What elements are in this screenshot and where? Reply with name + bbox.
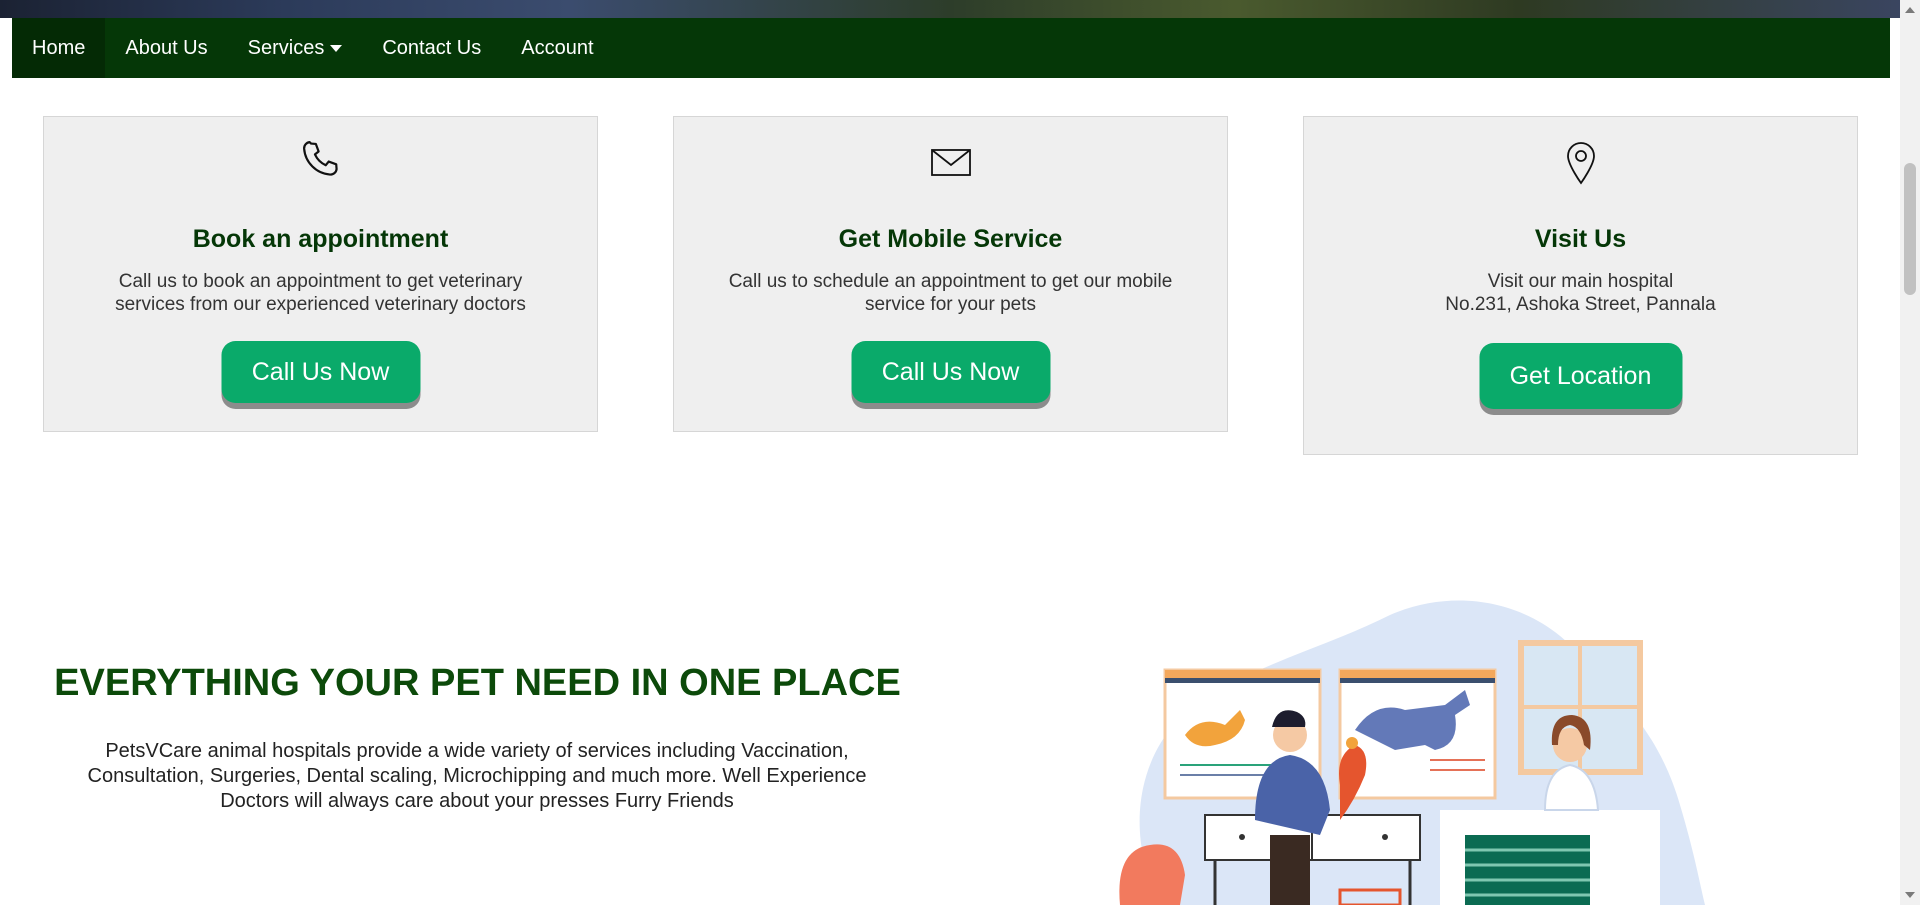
nav-home[interactable]: Home xyxy=(12,18,106,78)
location-pin-icon xyxy=(1565,141,1597,190)
card-text: Call us to book an appointment to get ve… xyxy=(115,271,526,315)
caret-down-icon xyxy=(330,44,343,52)
main-navbar: Home About Us Services Contact Us Accoun… xyxy=(12,18,1890,78)
envelope-icon xyxy=(929,145,973,184)
nav-services[interactable]: Services xyxy=(228,18,363,78)
vet-clinic-illustration xyxy=(1119,600,1705,905)
call-us-now-button[interactable]: Call Us Now xyxy=(851,341,1050,403)
scroll-thumb[interactable] xyxy=(1904,163,1916,295)
nav-account[interactable]: Account xyxy=(501,18,613,78)
card-visit-us: Visit Us Visit our main hospital No.231,… xyxy=(1303,116,1858,455)
card-text-line2: No.231, Ashoka Street, Pannala xyxy=(1445,294,1716,315)
card-book-appointment: Book an appointment Call us to book an a… xyxy=(43,116,598,432)
promo-description: PetsVCare animal hospitals provide a wid… xyxy=(87,740,867,812)
get-location-button[interactable]: Get Location xyxy=(1479,343,1682,409)
card-title: Book an appointment xyxy=(192,225,449,253)
card-text-line1: Visit our main hospital xyxy=(1487,271,1674,292)
card-text: Call us to schedule an appointment to ge… xyxy=(728,271,1173,315)
hero-image-strip xyxy=(0,0,1900,18)
nav-about-us[interactable]: About Us xyxy=(105,18,227,78)
page-scrollbar[interactable] xyxy=(1900,0,1920,905)
card-title: Get Mobile Service xyxy=(838,225,1063,253)
promo-headline: EVERYTHING YOUR PET NEED IN ONE PLACE xyxy=(54,662,901,704)
card-title: Visit Us xyxy=(1534,225,1627,253)
arrow-up-icon xyxy=(1905,7,1915,13)
card-mobile-service: Get Mobile Service Call us to schedule a… xyxy=(673,116,1228,432)
scroll-down-button[interactable] xyxy=(1900,885,1920,905)
call-us-now-button[interactable]: Call Us Now xyxy=(221,341,420,403)
scroll-up-button[interactable] xyxy=(1900,0,1920,20)
nav-services-label: Services xyxy=(247,36,325,59)
arrow-down-icon xyxy=(1905,892,1915,898)
phone-icon xyxy=(299,139,343,188)
nav-contact-us[interactable]: Contact Us xyxy=(362,18,501,78)
card-text: Visit our main hospital No.231, Ashoka S… xyxy=(1334,270,1827,316)
